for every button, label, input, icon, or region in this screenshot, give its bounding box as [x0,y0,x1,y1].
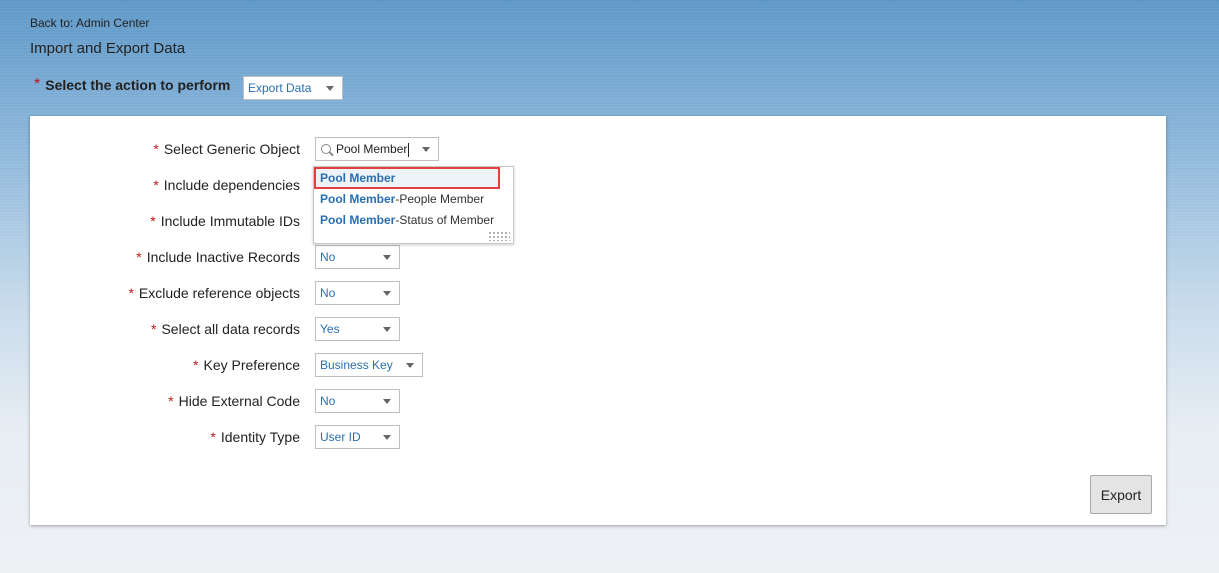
action-select-value: Export Data [248,81,312,95]
text-caret [408,142,410,157]
field-label-include-dependencies: * Include dependencies [153,177,300,193]
select-value: Business Key [320,358,393,372]
back-link[interactable]: Back to: Admin Center [30,16,149,30]
field-label-hide-external-code: * Hide External Code [168,393,300,409]
export-button[interactable]: Export [1090,475,1152,514]
search-icon [321,144,331,154]
select-all-data-records-select[interactable]: Yes [315,317,400,341]
generic-object-search-value: Pool Member [336,142,408,156]
identity-type-select[interactable]: User ID [315,425,400,449]
key-preference-select[interactable]: Business Key [315,353,423,377]
field-label-include-inactive-records: * Include Inactive Records [136,249,300,265]
exclude-reference-objects-select[interactable]: No [315,281,400,305]
field-label-exclude-reference-objects: * Exclude reference objects [128,285,300,301]
chevron-down-icon [326,86,334,91]
page-title: Import and Export Data [30,40,186,57]
chevron-down-icon [383,255,391,260]
field-label-key-preference: * Key Preference [193,357,300,373]
action-select[interactable]: Export Data [243,76,343,100]
select-value: No [320,286,336,300]
chevron-down-icon [383,327,391,332]
select-value: User ID [320,430,361,444]
generic-object-search-input[interactable]: Pool Member [315,137,439,161]
dropdown-item-pool-member-status-of-member[interactable]: Pool Member-Status of Member [320,213,494,227]
field-label-generic-object: * Select Generic Object [153,141,300,157]
field-label-select-all-data-records: * Select all data records [151,321,300,337]
include-inactive-records-select[interactable]: No [315,245,400,269]
chevron-down-icon [383,399,391,404]
action-label: Select the action to perform [45,77,231,93]
chevron-down-icon [383,291,391,296]
select-value: No [320,250,336,264]
chevron-down-icon [406,363,414,368]
select-value: No [320,394,336,408]
field-label-identity-type: * Identity Type [210,429,300,445]
chevron-down-icon [422,147,430,152]
required-mark: * [34,76,41,93]
field-label-include-immutable-ids: * Include Immutable IDs [150,213,300,229]
chevron-down-icon [383,435,391,440]
hide-external-code-select[interactable]: No [315,389,400,413]
dropdown-item-pool-member[interactable]: Pool Member [320,171,395,185]
export-panel: * Select Generic Object Pool Member * Incl… [30,116,1166,525]
resize-grip-icon[interactable] [488,231,510,241]
generic-object-dropdown: Pool Member Pool Member-People Member Po… [313,166,514,244]
dropdown-item-pool-member-people-member[interactable]: Pool Member-People Member [320,192,484,206]
select-value: Yes [320,322,340,336]
action-row: * Select the action to perform [34,76,230,94]
